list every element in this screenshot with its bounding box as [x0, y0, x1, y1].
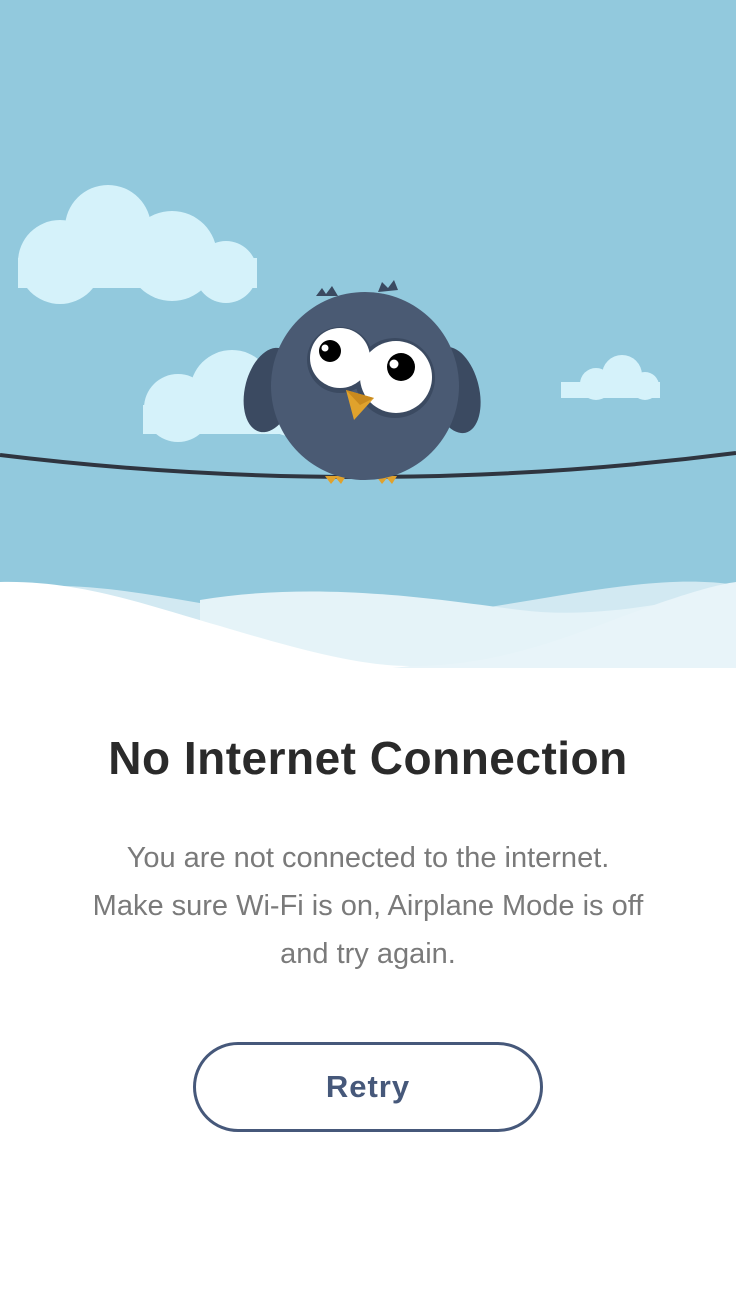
connection-message: You are not connected to the internet. M… — [48, 834, 688, 978]
message-line: You are not connected to the internet. — [126, 842, 610, 874]
message-panel: No Internet Connection You are not conne… — [0, 720, 736, 1132]
retry-button[interactable]: Retry — [193, 1042, 543, 1132]
message-line: Make sure Wi-Fi is on, Airplane Mode is … — [92, 890, 644, 922]
page-title: No Internet Connection — [108, 732, 628, 784]
owl-on-wire-illustration — [0, 0, 736, 680]
no-connection-screen: No Internet Connection You are not conne… — [0, 0, 736, 1298]
ground-base — [0, 668, 736, 680]
message-line: and try again. — [280, 938, 456, 970]
